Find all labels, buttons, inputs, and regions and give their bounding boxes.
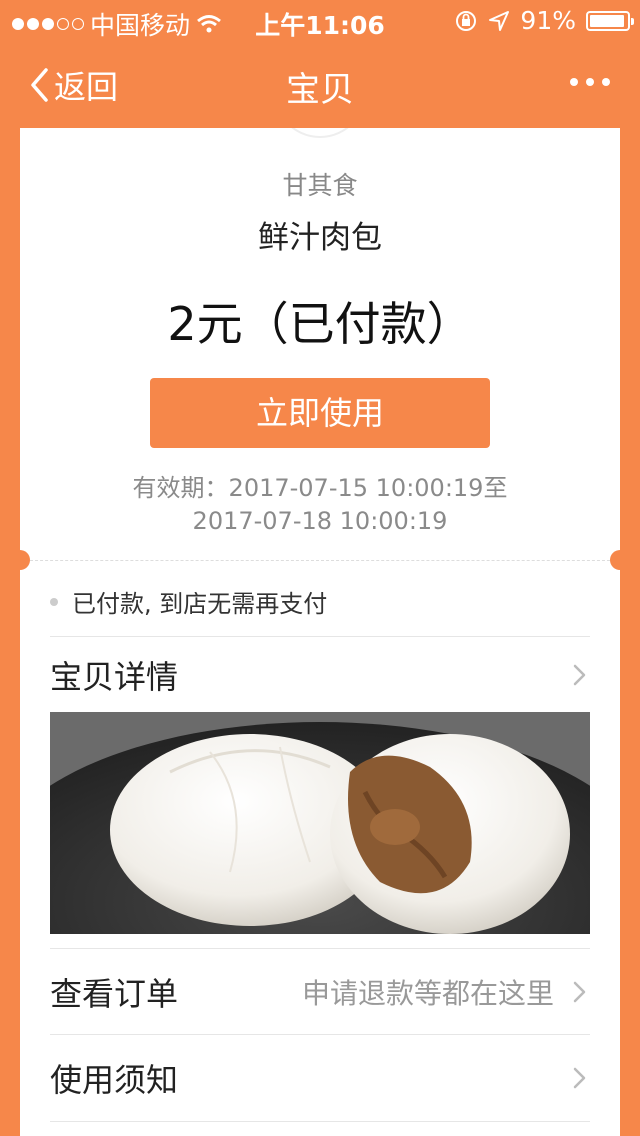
- nav-bar: 返回 宝贝: [0, 40, 640, 128]
- ticket-notch-left: [20, 550, 30, 570]
- chevron-right-icon: [573, 664, 586, 685]
- view-orders-hint: 申请退款等都在这里: [301, 976, 554, 1010]
- usage-notice-label: 使用须知: [50, 1061, 179, 1099]
- coupon-card: 甘其食 鲜汁肉包 2元（已付款） 立即使用 有效期：2017-07-15 10:…: [20, 128, 620, 1136]
- validity-start: 有效期：2017-07-15 10:00:19至: [132, 474, 508, 502]
- product-details-row[interactable]: 宝贝详情: [50, 636, 590, 712]
- location-arrow-icon: [489, 10, 510, 31]
- product-details-label: 宝贝详情: [50, 657, 179, 696]
- view-orders-label: 查看订单: [50, 974, 179, 1013]
- chevron-right-icon: [573, 1067, 586, 1089]
- usage-notice-row[interactable]: 使用须知: [50, 1034, 590, 1122]
- validity-period: 有效期：2017-07-15 10:00:19至 2017-07-18 10:0…: [20, 472, 620, 538]
- bullet-icon: [50, 597, 58, 606]
- more-options-icon[interactable]: [570, 78, 610, 86]
- ticket-notch-right: [610, 550, 620, 570]
- perforation-divider: [20, 560, 620, 561]
- status-bar: 中国移动 上午11:06 91%: [0, 0, 640, 40]
- battery-icon: [586, 10, 634, 31]
- chevron-right-icon: [573, 981, 586, 1002]
- payment-note-text: 已付款, 到店无需再支付: [72, 590, 328, 618]
- product-image: [50, 712, 590, 934]
- shop-logo: [270, 128, 370, 138]
- product-name: 鲜汁肉包: [258, 220, 382, 256]
- validity-end: 2017-07-18 10:00:19: [192, 507, 448, 535]
- status-right: 91%: [454, 6, 634, 35]
- page-title: 宝贝: [286, 70, 354, 110]
- price-status: 2元（已付款）: [167, 297, 473, 351]
- shop-name: 甘其食: [282, 171, 358, 200]
- payment-note: 已付款, 到店无需再支付: [50, 584, 327, 619]
- use-now-button[interactable]: 立即使用: [150, 378, 490, 448]
- view-orders-row[interactable]: 查看订单 申请退款等都在这里: [50, 948, 590, 1034]
- rotation-lock-icon: [456, 10, 477, 31]
- battery-percent: 91%: [520, 6, 576, 35]
